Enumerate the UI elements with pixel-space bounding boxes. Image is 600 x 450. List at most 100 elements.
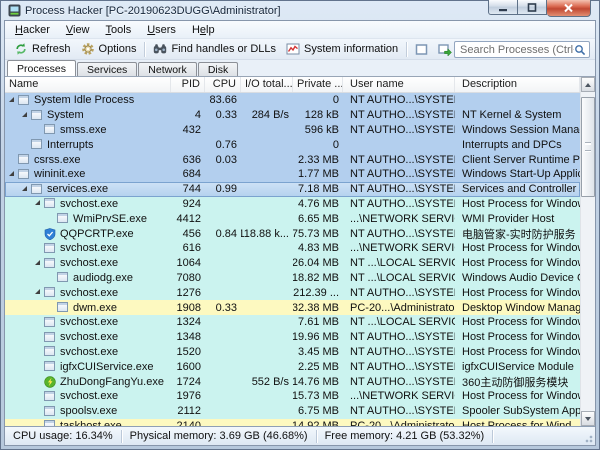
tree-expander-icon[interactable] (35, 259, 40, 265)
process-row-services-exe[interactable]: services.exe 744 0.99 7.18 MB NT AUTHO...\SY… (5, 181, 580, 197)
process-row-interrupts[interactable]: Interrupts 0.76 0 Interrupts and DPCs (5, 137, 580, 153)
process-private-bytes: 128 kB (304, 109, 339, 122)
column-header-i-o-total[interactable]: I/O total... (241, 77, 293, 92)
scroll-down-button[interactable] (581, 411, 595, 426)
process-cpu: 83.66 (209, 94, 237, 107)
process-row-system-idle-process[interactable]: System Idle Process 83.66 0 NT AUTHO...\SYS… (5, 93, 580, 108)
menu-help[interactable]: Help (184, 22, 223, 38)
refresh-button[interactable]: Refresh (9, 41, 76, 57)
column-header-cpu[interactable]: CPU (205, 77, 241, 92)
process-list: Name PID CPU I/O total... Private ... User na… (5, 76, 595, 426)
options-button[interactable]: Options (76, 41, 142, 57)
resize-grip[interactable] (582, 432, 594, 444)
process-row-zhudongfangyu-exe[interactable]: ZhuDongFangYu.exe 1724 552 B/s 14.76 MB NT A… (5, 374, 580, 389)
application-icon (44, 405, 56, 417)
tree-expander-icon[interactable] (9, 170, 14, 176)
search-input[interactable] (460, 43, 574, 56)
process-name-cell: svchost.exe (5, 197, 171, 212)
process-name-cell: spoolsv.exe (5, 404, 171, 419)
process-user-name: NT ...\LOCAL SERVICE (350, 316, 455, 329)
window-button[interactable] (410, 42, 433, 57)
tab-services[interactable]: Services (77, 62, 138, 76)
process-name: dwm.exe (73, 301, 118, 314)
search-box[interactable] (454, 41, 590, 58)
tab-disk[interactable]: Disk (197, 62, 239, 76)
scroll-up-button[interactable] (581, 77, 595, 92)
vertical-scrollbar[interactable] (580, 77, 595, 426)
process-pid: 1724 (176, 375, 201, 388)
tab-network[interactable]: Network (138, 62, 197, 76)
column-header-description[interactable]: Description (455, 77, 580, 92)
process-description: Windows Audio Device Gra... (462, 271, 580, 284)
process-io-total (241, 137, 293, 152)
client-area: Hacker View Tools Users Help Refresh Options F… (4, 20, 596, 446)
process-row-csrss-exe[interactable]: csrss.exe 636 0.03 2.33 MB NT AUTHO...\SYSTE… (5, 152, 580, 167)
process-row-system[interactable]: System 4 0.33 284 B/s 128 kB NT AUTHO...\SYST… (5, 107, 580, 123)
process-row-svchost-exe[interactable]: svchost.exe 1276 212.39 ... NT AUTHO...\SYS… (5, 285, 580, 301)
process-private-bytes: 4.76 MB (298, 197, 339, 210)
column-header-user-name[interactable]: User name (343, 77, 455, 92)
process-name-cell: dwm.exe (5, 300, 171, 315)
column-header-private[interactable]: Private ... (293, 77, 343, 92)
process-private-bytes: 6.65 MB (298, 212, 339, 225)
process-user-name: NT AUTHO...\SYSTEM (350, 197, 455, 210)
process-row-taskhost-exe[interactable]: taskhost.exe 2140 14.92 MB PC-20...\Adminis… (5, 418, 580, 426)
process-row-svchost-exe[interactable]: svchost.exe 616 4.83 MB ...\NETWORK SERVICE… (5, 240, 580, 256)
process-row-dwm-exe[interactable]: dwm.exe 1908 0.33 32.38 MB PC-20...\Administ… (5, 300, 580, 315)
process-row-wininit-exe[interactable]: wininit.exe 684 1.77 MB NT AUTHO...\SYSTEM W… (5, 166, 580, 182)
menu-hacker[interactable]: Hacker (7, 22, 58, 38)
tree-expander-icon[interactable] (9, 96, 14, 102)
process-row-smss-exe[interactable]: smss.exe 432 596 kB NT AUTHO...\SYSTEM Windo… (5, 122, 580, 138)
title-bar[interactable]: Process Hacker [PC-20190623DUGG\Administ… (4, 0, 596, 20)
status-bar: CPU usage: 16.34% Physical memory: 3.69 … (5, 426, 595, 445)
process-private-bytes: 26.04 MB (293, 257, 339, 270)
process-name-cell: Interrupts (5, 137, 171, 152)
process-io-total: 284 B/s (251, 109, 289, 122)
status-free-memory: Free memory: 4.21 GB (53.32%) (317, 429, 494, 443)
menu-view[interactable]: View (58, 22, 98, 38)
menu-tools[interactable]: Tools (98, 22, 140, 38)
tab-processes[interactable]: Processes (7, 60, 77, 76)
process-user-name: NT AUTHO...\SYSTEM (350, 94, 455, 107)
process-row-svchost-exe[interactable]: svchost.exe 1976 15.73 MB ...\NETWORK SERVI… (5, 388, 580, 404)
process-name: csrss.exe (34, 153, 81, 166)
process-pid: 1976 (176, 390, 201, 403)
find-handles-or-dlls-button[interactable]: Find handles or DLLs (148, 41, 281, 57)
process-name-cell: svchost.exe (5, 330, 171, 345)
process-row-svchost-exe[interactable]: svchost.exe 1348 19.96 MB NT AUTHO...\SYSTE… (5, 329, 580, 345)
application-icon (18, 94, 30, 106)
tree-expander-icon[interactable] (35, 289, 40, 295)
minimize-button[interactable] (488, 0, 518, 15)
process-hacker-logo-icon (8, 4, 21, 17)
process-row-igfxcuiservice-exe[interactable]: igfxCUIService.exe 1600 2.25 MB NT AUTHO...… (5, 359, 580, 375)
process-row-qqpcrtp-exe[interactable]: QQPCRTP.exe 456 0.84 118.88 k... 75.73 MB NT … (5, 226, 580, 241)
tree-expander-icon[interactable] (22, 185, 27, 191)
process-row-svchost-exe[interactable]: svchost.exe 1064 26.04 MB NT ...\LOCAL SERV… (5, 255, 580, 271)
tree-expander-icon[interactable] (22, 111, 27, 117)
find-handles-icon (153, 42, 167, 56)
column-header-pid[interactable]: PID (171, 77, 205, 92)
process-pid: 4 (194, 109, 201, 122)
process-io-total (241, 285, 293, 300)
close-button[interactable] (547, 0, 591, 17)
process-row-svchost-exe[interactable]: svchost.exe 1520 3.45 MB NT AUTHO...\SYSTEM… (5, 344, 580, 360)
scrollbar-thumb[interactable] (581, 97, 595, 197)
process-io-total: 118.88 k... (241, 227, 289, 240)
process-name-cell: System Idle Process (5, 93, 171, 108)
menu-users[interactable]: Users (139, 22, 184, 38)
process-row-wmiprvse-exe[interactable]: WmiPrvSE.exe 4412 6.65 MB ...\NETWORK SERVI… (5, 211, 580, 227)
maximize-button[interactable] (518, 0, 547, 15)
process-user-name: NT ...\LOCAL SERVICE (350, 271, 455, 284)
process-description: Services and Controller app (462, 183, 580, 196)
process-io-total (241, 123, 293, 138)
tree-expander-icon[interactable] (35, 200, 40, 206)
column-header-name[interactable]: Name (5, 77, 171, 92)
system-information-button[interactable]: System information (281, 41, 403, 57)
process-row-spoolsv-exe[interactable]: spoolsv.exe 2112 6.75 MB NT AUTHO...\SYSTEM… (5, 403, 580, 419)
process-private-bytes: 7.18 MB (298, 183, 339, 196)
process-row-svchost-exe[interactable]: svchost.exe 924 4.76 MB NT AUTHO...\SYSTEM H… (5, 196, 580, 212)
process-row-svchost-exe[interactable]: svchost.exe 1324 7.61 MB NT ...\LOCAL SERVI… (5, 314, 580, 330)
process-name: audiodg.exe (73, 271, 133, 284)
process-name-cell: QQPCRTP.exe (5, 226, 171, 241)
process-row-audiodg-exe[interactable]: audiodg.exe 7080 18.82 MB NT ...\LOCAL SERV… (5, 270, 580, 286)
